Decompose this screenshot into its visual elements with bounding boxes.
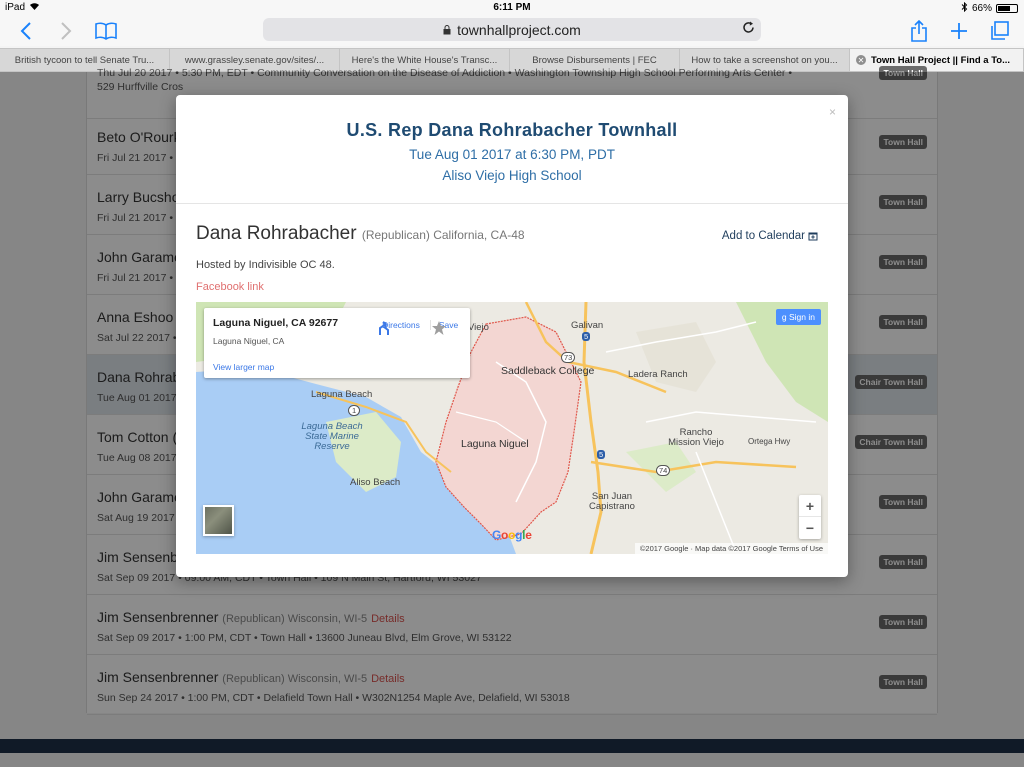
place-city: Laguna Niguel, CA	[213, 336, 285, 346]
clock: 6:11 PM	[493, 2, 531, 13]
modal-header: U.S. Rep Dana Rohrabacher Townhall Tue A…	[176, 95, 848, 204]
map-label: Laguna Beach State Marine Reserve	[301, 421, 363, 452]
plus-icon	[951, 23, 967, 39]
status-bar: iPad 6:11 PM 66%	[0, 0, 1024, 16]
map-label: Galivan	[571, 320, 604, 331]
interstate-shield: 5	[582, 332, 591, 341]
map-info-card: Laguna Niguel, CA 92677 Laguna Niguel, C…	[204, 308, 470, 378]
event-modal: × U.S. Rep Dana Rohrabacher Townhall Tue…	[176, 95, 848, 577]
share-icon	[911, 20, 927, 42]
lock-icon	[443, 22, 451, 38]
modal-title: U.S. Rep Dana Rohrabacher Townhall	[346, 120, 678, 140]
star-icon	[432, 321, 446, 335]
member-heading: Dana Rohrabacher (Republican) California…	[196, 223, 525, 245]
new-tab-button[interactable]	[946, 18, 972, 44]
battery-icon	[996, 4, 1018, 13]
battery-percent: 66%	[971, 3, 992, 14]
directions-button[interactable]: Directions	[376, 320, 426, 335]
route-shield: 73	[561, 352, 576, 363]
place-address: Laguna Niguel, CA 92677	[213, 317, 339, 329]
status-right: 66%	[961, 1, 1018, 15]
map-label: San Juan Capistrano	[589, 491, 635, 512]
chevron-right-icon	[61, 22, 72, 40]
zoom-in-button[interactable]: +	[799, 495, 821, 517]
map-label: Aliso Beach	[350, 477, 401, 488]
calendar-icon	[808, 232, 818, 241]
reload-icon[interactable]	[742, 21, 755, 38]
member-name: Dana Rohrabacher	[196, 223, 357, 244]
browser-toolbar: townhallproject.com	[0, 16, 1024, 46]
embedded-map[interactable]: Viejo Galivan Saddleback College Ladera …	[196, 302, 828, 554]
map-label: Rancho Mission Viejo	[668, 427, 724, 448]
google-plus-icon: g	[781, 312, 787, 322]
facebook-link[interactable]: Facebook link	[196, 281, 264, 293]
map-label: Laguna Niguel	[461, 438, 529, 450]
view-larger-map-link[interactable]: View larger map	[213, 362, 274, 372]
route-shield: 74	[656, 465, 671, 476]
url-text: townhallproject.com	[457, 21, 581, 38]
tabs-icon	[991, 21, 1009, 40]
share-button[interactable]	[906, 18, 932, 44]
map-label: Saddleback College	[501, 365, 595, 377]
save-button[interactable]: Save	[430, 320, 466, 335]
google-sign-in-button[interactable]: g Sign in	[775, 309, 821, 325]
chevron-left-icon	[20, 22, 31, 40]
address-bar[interactable]: townhallproject.com	[263, 18, 761, 41]
back-button[interactable]	[14, 18, 38, 44]
event-location: Aliso Viejo High School	[442, 168, 582, 183]
add-to-calendar-button[interactable]: Add to Calendar	[722, 230, 818, 242]
map-label: Viejo	[468, 322, 489, 333]
tabs-overview-button[interactable]	[986, 18, 1012, 44]
hosted-by-text: Hosted by Indivisible OC 48.	[196, 259, 335, 271]
map-label: Ortega Hwy	[748, 437, 791, 446]
bluetooth-icon	[961, 1, 968, 15]
event-datetime: Tue Aug 01 2017 at 6:30 PM, PDT	[409, 147, 615, 162]
map-copyright: ©2017 Google · Map data ©2017 Google Ter…	[634, 543, 828, 554]
close-icon[interactable]: ×	[829, 105, 836, 119]
forward-button[interactable]	[54, 18, 78, 44]
bookmarks-button[interactable]	[92, 18, 120, 44]
directions-icon	[379, 321, 389, 335]
member-party: (Republican) California, CA-48	[361, 228, 525, 242]
map-label: Laguna Beach	[311, 389, 373, 400]
add-to-calendar-label: Add to Calendar	[721, 230, 805, 242]
sign-in-label: Sign in	[789, 312, 815, 322]
satellite-toggle[interactable]	[203, 505, 234, 536]
google-logo: Google	[492, 528, 532, 542]
interstate-shield: 5	[597, 450, 606, 459]
map-label: Ladera Ranch	[628, 369, 688, 380]
book-icon	[95, 22, 117, 40]
zoom-control: + −	[799, 495, 821, 539]
zoom-out-button[interactable]: −	[799, 517, 821, 539]
battery-fill	[998, 6, 1010, 11]
route-shield: 1	[348, 405, 361, 416]
